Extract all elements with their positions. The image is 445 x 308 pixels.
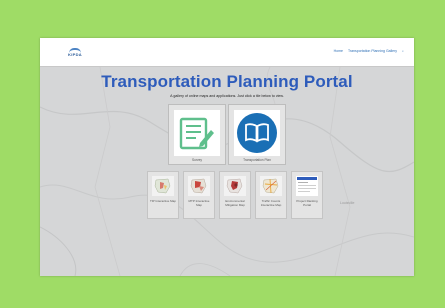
tile-label: Environmental Mitigation Map bbox=[225, 199, 245, 207]
site-logo[interactable]: KIPDA bbox=[64, 48, 86, 57]
nav-home-link[interactable]: Home bbox=[334, 49, 343, 53]
tile-survey[interactable]: Survey bbox=[168, 104, 226, 165]
regional-map-thumbnail bbox=[188, 176, 210, 196]
regional-map-thumbnail bbox=[260, 176, 282, 196]
tile-tip-map[interactable]: TIP Interactive Map bbox=[147, 171, 179, 219]
search-icon[interactable]: ⌕ bbox=[402, 49, 404, 53]
logo-text: KIPDA bbox=[68, 52, 82, 57]
tile-label: Survey bbox=[192, 158, 202, 162]
tile-label: Project Ranking Portal bbox=[296, 199, 318, 207]
page-subtitle: A gallery of online maps and application… bbox=[170, 94, 284, 98]
site-header: KIPDA Home Transportation Planning Galle… bbox=[40, 38, 414, 67]
regional-map-thumbnail bbox=[152, 176, 174, 196]
tile-mtp-map[interactable]: MTP Interactive Map bbox=[183, 171, 215, 219]
tile-transportation-plan[interactable]: Transportation Plan bbox=[228, 104, 286, 165]
tile-label: TIP Interactive Map bbox=[150, 199, 176, 203]
book-icon bbox=[237, 113, 277, 153]
nav-gallery-link[interactable]: Transportation Planning Gallery bbox=[348, 49, 397, 53]
tile-project-ranking[interactable]: Project Ranking Portal bbox=[291, 171, 323, 219]
tile-label: Traffic Counts Interactive Map bbox=[260, 199, 282, 207]
survey-thumbnail bbox=[174, 110, 220, 156]
tile-traffic-counts-map[interactable]: Traffic Counts Interactive Map bbox=[255, 171, 287, 219]
page-title: Transportation Planning Portal bbox=[101, 72, 353, 91]
plan-thumbnail bbox=[234, 110, 280, 156]
document-edit-icon bbox=[179, 117, 214, 150]
regional-map-thumbnail bbox=[224, 176, 246, 196]
map-place-label: Louisville bbox=[340, 201, 355, 205]
tile-environmental-map[interactable]: Environmental Mitigation Map bbox=[219, 171, 251, 219]
site-nav: Home Transportation Planning Gallery ⌕ bbox=[334, 49, 404, 53]
tile-label: MTP Interactive Map bbox=[188, 199, 210, 207]
app-screenshot-thumbnail bbox=[296, 176, 318, 196]
browser-screenshot: KIPDA Home Transportation Planning Galle… bbox=[40, 38, 414, 276]
tile-label: Transportation Plan bbox=[243, 158, 271, 162]
